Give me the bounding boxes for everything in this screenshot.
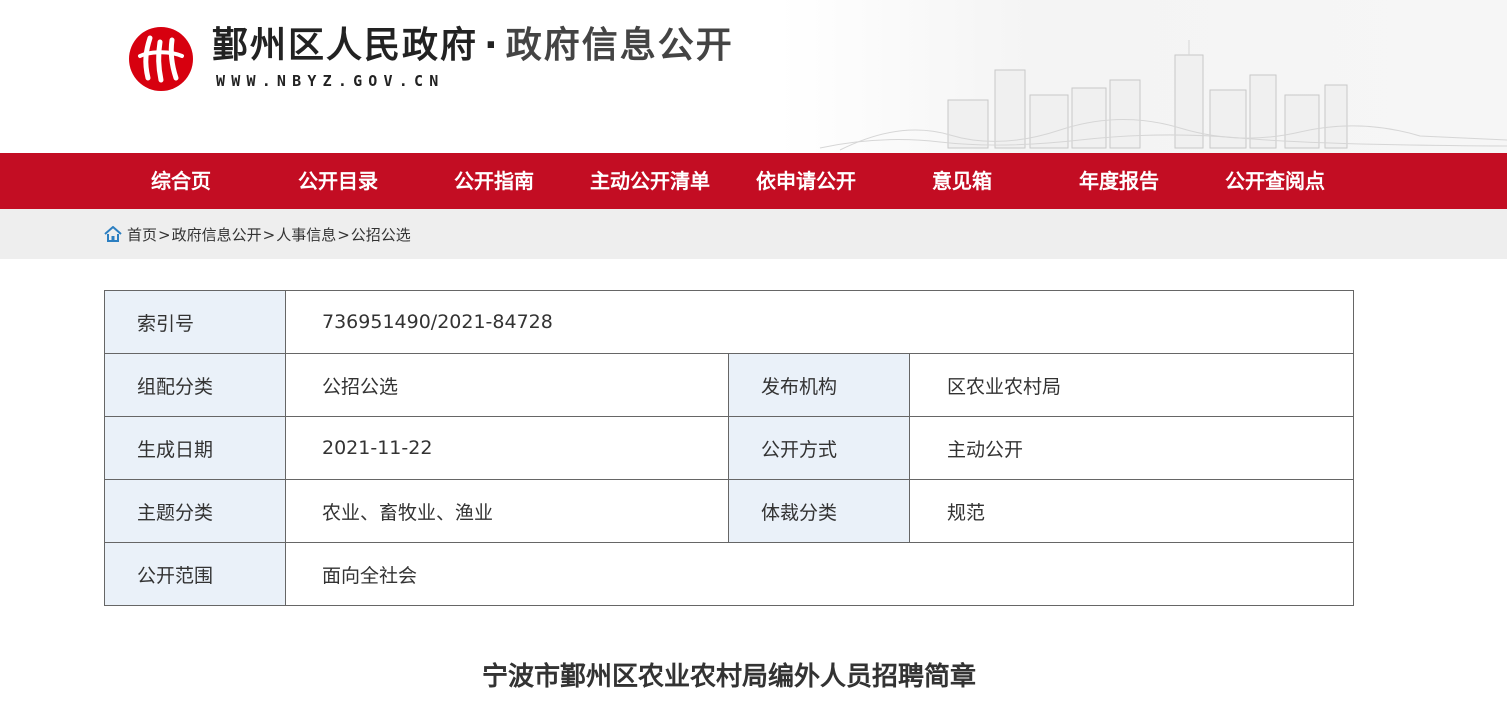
site-name-sub: 政府信息公开 bbox=[505, 25, 734, 66]
category-value: 公招公选 bbox=[285, 353, 729, 417]
document-title: 宁波市鄞州区农业农村局编外人员招聘简章 bbox=[481, 662, 976, 692]
topic-label: 主题分类 bbox=[104, 479, 286, 543]
table-row: 主题分类 农业、畜牧业、渔业 体裁分类 规范 bbox=[104, 479, 1354, 543]
date-value: 2021-11-22 bbox=[285, 416, 729, 480]
nav-item-reading-point[interactable]: 公开查阅点 bbox=[1225, 153, 1325, 209]
main-nav: 综合页 公开目录 公开指南 主动公开清单 依申请公开 意见箱 年度报告 公开查阅… bbox=[0, 153, 1507, 209]
table-row: 组配分类 公招公选 发布机构 区农业农村局 bbox=[104, 353, 1354, 417]
index-number-label: 索引号 bbox=[104, 290, 286, 354]
home-icon bbox=[104, 225, 122, 242]
nav-item-catalog[interactable]: 公开目录 bbox=[298, 153, 378, 209]
method-label: 公开方式 bbox=[728, 416, 910, 480]
breadcrumb-info-disclosure[interactable]: 政府信息公开 bbox=[172, 226, 262, 244]
breadcrumb-home[interactable]: 首页 bbox=[127, 226, 157, 244]
site-url: WWW.NBYZ.GOV.CN bbox=[216, 72, 445, 90]
breadcrumb-separator: > bbox=[337, 226, 350, 244]
document-metadata-table: 索引号 736951490/2021-84728 组配分类 公招公选 发布机构 … bbox=[104, 290, 1354, 606]
site-name-dot: · bbox=[484, 25, 500, 66]
table-row: 公开范围 面向全社会 bbox=[104, 542, 1354, 606]
scope-label: 公开范围 bbox=[104, 542, 286, 606]
city-skyline-illustration bbox=[780, 0, 1507, 153]
publisher-value: 区农业农村局 bbox=[909, 353, 1354, 417]
breadcrumb: 首页>政府信息公开>人事信息>公招公选 bbox=[104, 209, 411, 259]
genre-value: 规范 bbox=[909, 479, 1354, 543]
category-label: 组配分类 bbox=[104, 353, 286, 417]
nav-item-annual-report[interactable]: 年度报告 bbox=[1079, 153, 1159, 209]
government-logo bbox=[129, 27, 193, 91]
genre-label: 体裁分类 bbox=[728, 479, 910, 543]
nav-item-application[interactable]: 依申请公开 bbox=[756, 153, 856, 209]
table-row: 索引号 736951490/2021-84728 bbox=[104, 290, 1354, 354]
breadcrumb-recruitment[interactable]: 公招公选 bbox=[351, 226, 411, 244]
site-name-main: 鄞州区人民政府 bbox=[212, 25, 479, 66]
table-row: 生成日期 2021-11-22 公开方式 主动公开 bbox=[104, 416, 1354, 480]
date-label: 生成日期 bbox=[104, 416, 286, 480]
method-value: 主动公开 bbox=[909, 416, 1354, 480]
site-header: 鄞州区人民政府 · 政府信息公开 WWW.NBYZ.GOV.CN bbox=[0, 0, 1507, 153]
breadcrumb-personnel-info[interactable]: 人事信息 bbox=[276, 226, 336, 244]
scope-value: 面向全社会 bbox=[285, 542, 1354, 606]
breadcrumb-separator: > bbox=[158, 226, 171, 244]
breadcrumb-bar: 首页>政府信息公开>人事信息>公招公选 bbox=[0, 209, 1507, 259]
site-name: 鄞州区人民政府 · 政府信息公开 bbox=[212, 24, 734, 68]
nav-item-feedback[interactable]: 意见箱 bbox=[932, 153, 992, 209]
breadcrumb-separator: > bbox=[262, 226, 276, 244]
nav-item-guide[interactable]: 公开指南 bbox=[454, 153, 534, 209]
topic-value: 农业、畜牧业、渔业 bbox=[285, 479, 729, 543]
index-number-value: 736951490/2021-84728 bbox=[285, 290, 1354, 354]
nav-item-proactive-list[interactable]: 主动公开清单 bbox=[590, 153, 710, 209]
publisher-label: 发布机构 bbox=[728, 353, 910, 417]
nav-item-overview[interactable]: 综合页 bbox=[151, 153, 211, 209]
